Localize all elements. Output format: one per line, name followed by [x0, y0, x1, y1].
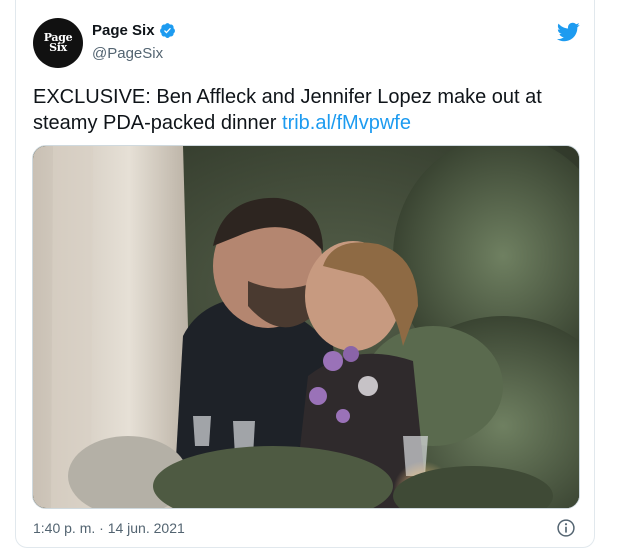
info-icon[interactable]: [556, 518, 576, 538]
tweet-timestamp[interactable]: 1:40 p. m. · 14 jun. 2021: [33, 520, 185, 536]
author-handle[interactable]: @PageSix: [92, 45, 163, 62]
avatar[interactable]: Page Six: [33, 18, 83, 68]
avatar-text-line2: Six: [49, 41, 67, 54]
tweet-text: EXCLUSIVE: Ben Affleck and Jennifer Lope…: [33, 84, 573, 136]
author-name-text: Page Six: [92, 22, 155, 39]
tweet-photo[interactable]: [32, 145, 580, 509]
author-name[interactable]: Page Six: [92, 22, 176, 39]
twitter-bird-icon[interactable]: [554, 20, 582, 44]
photo-illustration: [33, 146, 579, 508]
tweet-link[interactable]: trib.al/fMvpwfe: [282, 112, 411, 134]
verified-badge-icon: [159, 23, 175, 38]
